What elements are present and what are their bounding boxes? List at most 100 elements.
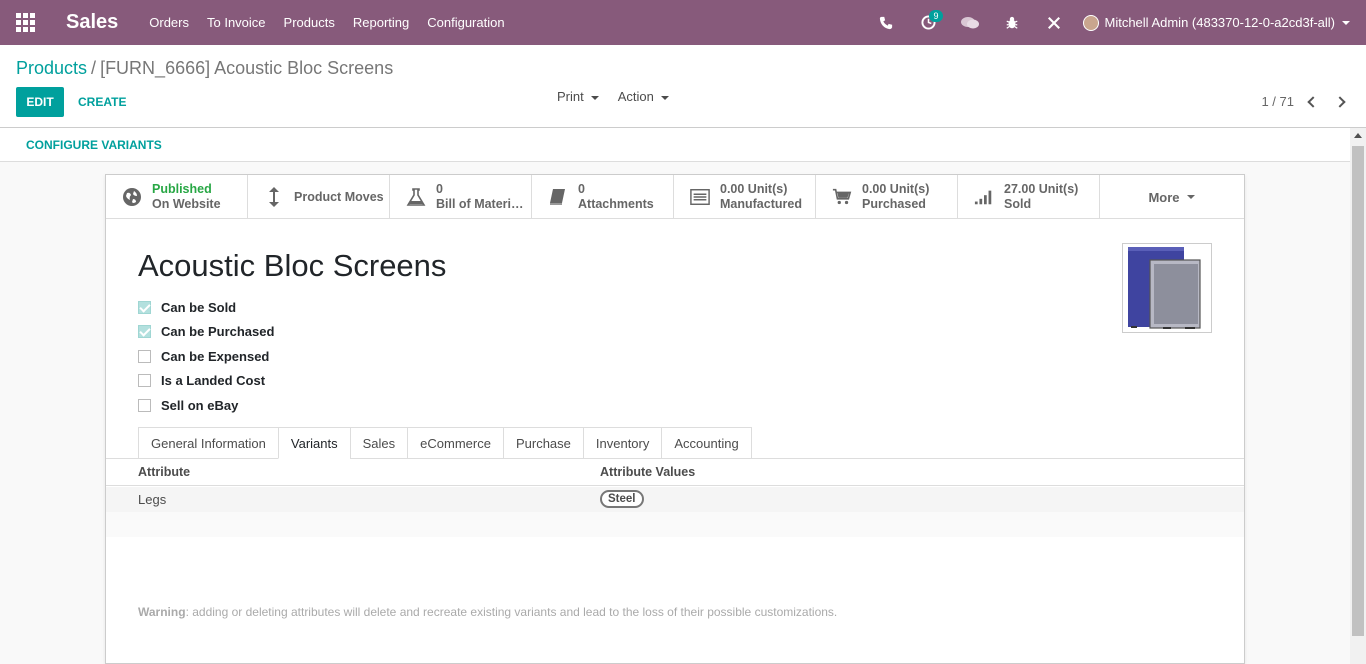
activity-clock-icon[interactable]: 9	[907, 0, 949, 45]
attachments-count: 0	[578, 182, 585, 196]
can-be-expensed-checkbox[interactable]	[138, 349, 151, 363]
warning-text: : adding or deleting attributes will del…	[185, 605, 838, 619]
apps-menu-icon[interactable]	[0, 0, 50, 45]
smart-button-bom[interactable]: 0 Bill of Materi…	[390, 175, 532, 219]
tab-inventory[interactable]: Inventory	[582, 427, 662, 459]
can-be-sold-checkbox[interactable]	[138, 300, 151, 314]
notebook-tabs: General Information Variants Sales eComm…	[138, 427, 752, 459]
scrollbar[interactable]	[1350, 128, 1366, 664]
flask-icon	[406, 187, 426, 207]
smart-button-box: Published On Website Product Moves 0 Bill …	[106, 175, 1244, 219]
user-name: Mitchell Admin (483370-12-0-a2cd3f-all)	[1104, 15, 1335, 30]
messages-icon[interactable]	[949, 0, 991, 45]
action-dropdown[interactable]: Action	[618, 89, 669, 104]
product-options: Can be Sold Can be Purchased Can be Expe…	[138, 295, 274, 418]
attribute-name: Legs	[138, 492, 167, 507]
pager: 1 / 71	[1261, 94, 1346, 109]
attribute-value-tag[interactable]: Steel	[600, 490, 644, 508]
menu-to-invoice[interactable]: To Invoice	[198, 15, 275, 30]
action-label: Action	[617, 89, 654, 104]
landed-cost-label[interactable]: Is a Landed Cost	[161, 373, 265, 388]
can-be-expensed-row: Can be Expensed	[138, 344, 274, 369]
globe-icon	[122, 187, 142, 207]
top-navbar: Sales Orders To Invoice Products Reporti…	[0, 0, 1366, 45]
scroll-thumb[interactable]	[1352, 146, 1364, 636]
tab-purchase[interactable]: Purchase	[502, 427, 583, 459]
manufactured-qty: 0.00 Unit(s)	[720, 182, 788, 196]
empty-table-row	[106, 512, 1244, 537]
tab-sales[interactable]: Sales	[349, 427, 408, 459]
scroll-up-arrow-icon[interactable]	[1354, 133, 1362, 138]
breadcrumb-current: [FURN_6666] Acoustic Bloc Screens	[100, 58, 394, 78]
print-label: Print	[557, 89, 584, 104]
configure-variants-button[interactable]: CONFIGURE VARIANTS	[26, 138, 162, 152]
more-label: More	[1148, 189, 1180, 205]
can-be-sold-row: Can be Sold	[138, 295, 274, 320]
table-row[interactable]: Legs Steel	[106, 487, 1244, 512]
attribute-column-header: Attribute	[138, 465, 191, 479]
tab-accounting[interactable]: Accounting	[661, 427, 752, 459]
menu-products[interactable]: Products	[275, 15, 344, 30]
smart-button-website[interactable]: Published On Website	[106, 175, 248, 219]
chevron-right-icon[interactable]	[1334, 95, 1346, 108]
can-be-purchased-checkbox[interactable]	[138, 325, 151, 339]
product-moves-label: Product Moves	[294, 190, 384, 204]
breadcrumb: Products / [FURN_6666] Acoustic Bloc Scree…	[16, 58, 393, 79]
can-be-sold-label[interactable]: Can be Sold	[161, 300, 236, 315]
edit-button[interactable]: EDIT	[16, 87, 64, 117]
breadcrumb-separator: /	[91, 58, 97, 78]
smart-button-sold[interactable]: 27.00 Unit(s) Sold	[958, 175, 1100, 219]
variants-warning: Warning: adding or deleting attributes w…	[138, 605, 837, 619]
avatar	[1083, 14, 1100, 31]
purchased-label: Purchased	[862, 197, 926, 211]
form-sheet: Published On Website Product Moves 0 Bill …	[105, 174, 1245, 664]
sell-on-ebay-row: Sell on eBay	[138, 393, 274, 418]
smart-button-purchased[interactable]: 0.00 Unit(s) Purchased	[816, 175, 958, 219]
purchased-qty: 0.00 Unit(s)	[862, 182, 930, 196]
smart-button-attachments[interactable]: 0 Attachments	[532, 175, 674, 219]
smart-button-product-moves[interactable]: Product Moves	[248, 175, 390, 219]
tools-icon[interactable]	[1033, 0, 1075, 45]
pager-value[interactable]: 1 / 71	[1261, 94, 1294, 109]
chevron-left-icon[interactable]	[1307, 95, 1319, 108]
phone-icon[interactable]	[865, 0, 907, 45]
sell-on-ebay-label[interactable]: Sell on eBay	[161, 398, 238, 413]
user-menu[interactable]: Mitchell Admin (483370-12-0-a2cd3f-all)	[1075, 14, 1366, 31]
can-be-expensed-label[interactable]: Can be Expensed	[161, 349, 269, 364]
sold-qty: 27.00 Unit(s)	[1004, 182, 1079, 196]
sell-on-ebay-checkbox[interactable]	[138, 398, 151, 412]
warning-label: Warning	[138, 605, 186, 619]
tab-general-information[interactable]: General Information	[138, 427, 278, 459]
product-image[interactable]	[1122, 243, 1212, 333]
sold-label: Sold	[1004, 197, 1032, 211]
bug-icon[interactable]	[991, 0, 1033, 45]
more-button[interactable]: More	[1100, 175, 1243, 219]
can-be-purchased-row: Can be Purchased	[138, 320, 274, 345]
bom-count: 0	[436, 182, 443, 196]
menu-orders[interactable]: Orders	[140, 15, 198, 30]
landed-cost-checkbox[interactable]	[138, 374, 151, 388]
signal-icon	[974, 187, 994, 207]
tab-ecommerce[interactable]: eCommerce	[407, 427, 503, 459]
website-label: On Website	[152, 197, 221, 211]
bom-label: Bill of Materi…	[436, 197, 524, 211]
activity-badge: 9	[929, 10, 943, 22]
book-icon	[548, 187, 568, 207]
website-status: Published	[152, 182, 212, 196]
attribute-values-column-header: Attribute Values	[600, 465, 696, 479]
breadcrumb-products-link[interactable]: Products	[16, 58, 87, 78]
menu-configuration[interactable]: Configuration	[418, 15, 513, 30]
product-name[interactable]: Acoustic Bloc Screens	[138, 248, 446, 284]
smart-button-manufactured[interactable]: 0.00 Unit(s) Manufactured	[674, 175, 816, 219]
can-be-purchased-label[interactable]: Can be Purchased	[161, 324, 274, 339]
list-alt-icon	[690, 187, 710, 207]
chevron-down-icon	[590, 95, 599, 100]
print-dropdown[interactable]: Print	[557, 89, 599, 104]
chevron-down-icon	[1186, 195, 1195, 199]
create-button[interactable]: CREATE	[78, 87, 126, 117]
tab-variants[interactable]: Variants	[277, 427, 350, 459]
chevron-down-icon	[1342, 20, 1350, 25]
shopping-cart-icon	[832, 187, 852, 207]
menu-reporting[interactable]: Reporting	[344, 15, 418, 30]
app-name[interactable]: Sales	[66, 11, 118, 34]
